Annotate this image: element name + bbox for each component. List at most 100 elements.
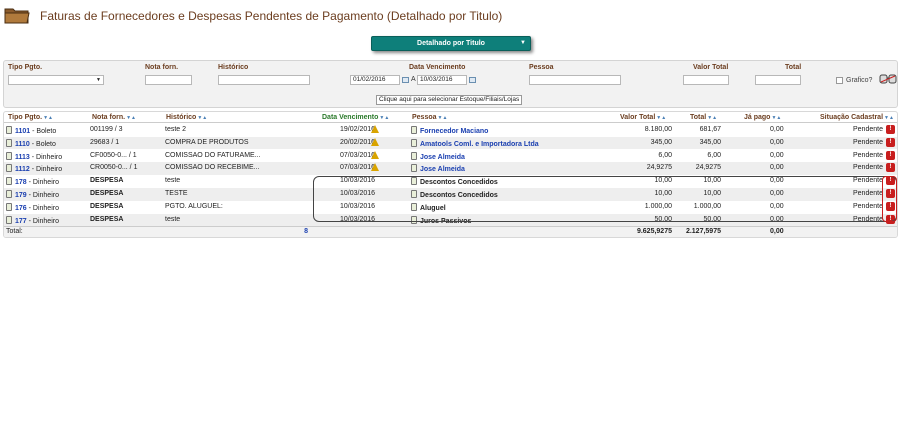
document-icon[interactable]: [6, 164, 12, 173]
estoque-filiais-button[interactable]: Clique aqui para selecionar Estoque/Fili…: [376, 95, 523, 105]
pessoa-input[interactable]: [529, 75, 621, 85]
cell-data: 19/02/2016: [340, 126, 376, 133]
table-row[interactable]: 1112 - Dinheiro CR0050-0... / 1 COMISSAO D…: [4, 162, 897, 175]
tipo-pgto-select[interactable]: ▼: [8, 75, 104, 85]
col-header-historico[interactable]: Histórico▼▲: [166, 114, 207, 121]
historico-input[interactable]: [218, 75, 310, 85]
col-header-valor-total[interactable]: Valor Total▼▲: [620, 114, 666, 121]
data-from-input[interactable]: 01/02/2016: [350, 75, 400, 85]
title-id-link[interactable]: 177: [15, 218, 27, 225]
title-id-link[interactable]: 1110: [15, 141, 30, 148]
title-id-link[interactable]: 176: [15, 205, 27, 212]
cell-tipo: 177 - Dinheiro: [6, 215, 59, 225]
pending-alert-icon[interactable]: !: [886, 176, 895, 186]
view-mode-select[interactable]: Detalhado por Titulo ▼: [371, 36, 531, 51]
cell-ja-pago: 0,00: [770, 126, 784, 133]
document-icon[interactable]: [6, 202, 12, 211]
pessoa-text[interactable]: Amatools Coml. e Importadora Ltda: [420, 141, 539, 148]
document-icon[interactable]: [6, 151, 12, 160]
pessoa-text[interactable]: Fornecedor Maciano: [420, 128, 488, 135]
view-mode-value: Detalhado por Titulo: [417, 40, 485, 47]
document-icon[interactable]: [411, 151, 417, 160]
cell-situacao: Pendente: [853, 151, 883, 159]
col-header-data[interactable]: Data Vencimento▼▲: [322, 114, 389, 121]
grafico-checkbox[interactable]: [836, 77, 843, 84]
title-id-link[interactable]: 1113: [15, 154, 30, 161]
tipo-pgto-text: - Dinheiro: [29, 166, 63, 174]
pending-alert-icon[interactable]: !: [886, 137, 895, 147]
calendar-icon[interactable]: [469, 77, 476, 83]
cell-data: 07/03/2016: [340, 151, 376, 159]
cell-pessoa: Amatools Coml. e Importadora Ltda: [411, 138, 539, 148]
search-glasses-icon[interactable]: [879, 74, 897, 84]
cell-situacao: Pendente: [853, 215, 883, 223]
col-header-situacao[interactable]: Situação Cadastral▼▲: [820, 114, 894, 121]
title-id-link[interactable]: 179: [15, 192, 27, 199]
pending-alert-icon[interactable]: !: [886, 214, 895, 224]
valor-total-input[interactable]: [683, 75, 729, 85]
cell-ja-pago: 0,00: [770, 190, 784, 197]
pessoa-text: Juros Passivos: [420, 217, 472, 225]
cell-tipo: 1110 - Boleto: [6, 138, 56, 148]
pessoa-text[interactable]: Jose Almeida: [420, 154, 465, 161]
document-icon[interactable]: [6, 190, 12, 198]
document-icon[interactable]: [411, 164, 417, 173]
pending-alert-icon[interactable]: !: [886, 125, 895, 134]
document-icon[interactable]: [6, 177, 12, 186]
col-header-total[interactable]: Total▼▲: [690, 114, 717, 121]
cell-valor-total: 1.000,00: [644, 202, 672, 210]
document-icon[interactable]: [411, 138, 417, 147]
nota-forn-input[interactable]: [145, 75, 192, 85]
table-row[interactable]: 176 - Dinheiro DESPESA PGTO. ALUGUEL: 10/03…: [4, 201, 897, 214]
cell-nota: 29683 / 1: [90, 138, 120, 146]
document-icon[interactable]: [6, 126, 12, 134]
table-row[interactable]: 1101 - Boleto 001199 / 3 teste 2 19/02/2016…: [4, 124, 897, 137]
document-icon[interactable]: [6, 215, 12, 224]
document-icon[interactable]: [411, 177, 417, 186]
cell-situacao: Pendente: [853, 138, 883, 146]
filter-label-total: Total: [785, 64, 802, 71]
cell-tipo: 178 - Dinheiro: [6, 177, 59, 186]
cell-pessoa: Jose Almeida: [411, 151, 465, 161]
table-row[interactable]: 179 - Dinheiro DESPESA TESTE 10/03/2016 Desc…: [4, 188, 897, 201]
document-icon[interactable]: [411, 215, 417, 224]
calendar-icon[interactable]: [402, 77, 409, 83]
cell-valor-total: 10,00: [654, 190, 672, 197]
document-icon[interactable]: [411, 202, 417, 211]
pending-alert-icon[interactable]: !: [886, 201, 895, 211]
cell-pessoa: Juros Passivos: [411, 215, 472, 225]
title-id-link[interactable]: 178: [15, 179, 27, 186]
filter-panel: Tipo Pgto. ▼ Nota forn. Histórico Data V…: [3, 60, 898, 108]
tipo-pgto-text: - Dinheiro: [26, 179, 59, 187]
totals-row: Total: 8 9.625,9275 2.127,5975 0,00: [4, 226, 897, 237]
document-icon[interactable]: [6, 138, 12, 147]
title-id-link[interactable]: 1112: [15, 166, 30, 173]
cell-historico: teste 2: [165, 126, 187, 133]
pending-alert-icon[interactable]: !: [886, 163, 895, 173]
table-row[interactable]: 177 - Dinheiro DESPESA teste 10/03/2016 Juro…: [4, 213, 897, 227]
pending-alert-icon[interactable]: !: [886, 150, 895, 160]
table-row[interactable]: 178 - Dinheiro DESPESA teste 10/03/2016 Desc…: [4, 175, 897, 188]
cell-data: 10/03/2016: [340, 190, 376, 197]
filter-label-valor-total: Valor Total: [693, 64, 729, 71]
cell-situacao: Pendente: [853, 126, 883, 133]
document-icon[interactable]: [411, 126, 417, 134]
document-icon[interactable]: [411, 190, 417, 198]
cell-total: 6,00: [707, 151, 721, 159]
data-to-input[interactable]: 10/03/2016: [417, 75, 467, 85]
cell-situacao: Pendente: [853, 190, 883, 197]
cell-total: 345,00: [699, 138, 721, 146]
cell-pessoa: Fornecedor Maciano: [411, 126, 488, 135]
warning-icon: [371, 150, 379, 159]
col-header-pessoa[interactable]: Pessoa▼▲: [412, 114, 447, 121]
col-header-tipo[interactable]: Tipo Pgto.▼▲: [8, 114, 53, 121]
pessoa-text[interactable]: Jose Almeida: [420, 166, 465, 173]
total-input[interactable]: [755, 75, 801, 85]
pending-alert-icon[interactable]: !: [886, 189, 895, 198]
table-row[interactable]: 1113 - Dinheiro CF0050-0... / 1 COMISSAO D…: [4, 150, 897, 163]
table-row[interactable]: 1110 - Boleto 29683 / 1 COMPRA DE PRODUTOS…: [4, 136, 897, 150]
col-header-nota[interactable]: Nota forn.▼▲: [92, 114, 136, 121]
col-header-ja-pago[interactable]: Já pago▼▲: [744, 114, 781, 121]
title-id-link[interactable]: 1101: [15, 128, 30, 135]
date-separator: A: [411, 76, 416, 83]
